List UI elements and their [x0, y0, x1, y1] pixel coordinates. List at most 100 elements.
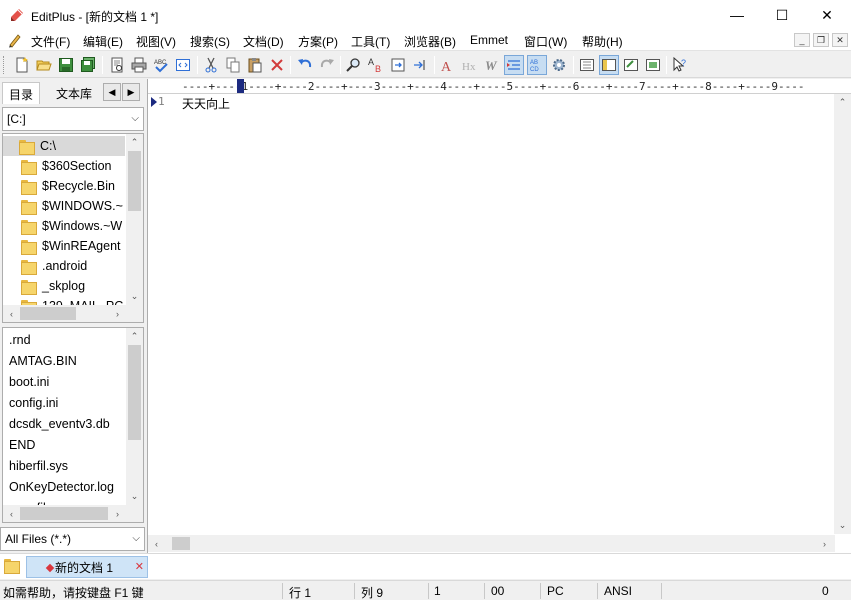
undo-icon[interactable] [295, 55, 315, 75]
close-button[interactable]: ✕ [804, 0, 850, 30]
folder-item-root[interactable]: C:\ [3, 136, 125, 156]
cut-icon[interactable] [201, 55, 221, 75]
folder-item[interactable]: $Windows.~W [3, 216, 122, 236]
split-window-icon[interactable] [621, 55, 641, 75]
menu-help[interactable]: 帮助(H) [582, 33, 623, 50]
scroll-left-icon[interactable]: ‹ [3, 305, 20, 322]
find-icon[interactable] [344, 55, 364, 75]
file-list-vscrollbar[interactable]: ⌃ ⌄ [126, 328, 143, 505]
save-icon[interactable] [56, 55, 76, 75]
folder-item[interactable]: $WINDOWS.~ [3, 196, 123, 216]
goto-line-icon[interactable] [410, 55, 430, 75]
menu-edit[interactable]: 编辑(E) [83, 33, 123, 50]
print-icon[interactable] [129, 55, 149, 75]
file-filter-select[interactable]: All Files (*.*) ⌵ [0, 527, 145, 551]
folder-item[interactable]: $360Section [3, 156, 112, 176]
folder-item[interactable]: $WinREAgent [3, 236, 121, 256]
settings-gear-icon[interactable] [549, 55, 569, 75]
folder-tree-vscrollbar[interactable]: ⌃ ⌄ [126, 134, 143, 305]
new-file-icon[interactable] [12, 55, 32, 75]
tab-cliptext[interactable]: 文本库 [50, 82, 98, 104]
paste-icon[interactable] [245, 55, 265, 75]
scroll-thumb[interactable] [128, 151, 141, 211]
scroll-left-icon[interactable]: ‹ [148, 535, 165, 552]
menu-emmet[interactable]: Emmet [470, 33, 508, 47]
folder-item[interactable]: $Recycle.Bin [3, 176, 115, 196]
scroll-up-icon[interactable]: ⌃ [126, 134, 143, 151]
scroll-right-icon[interactable]: › [109, 505, 126, 522]
delete-icon[interactable] [267, 55, 287, 75]
editor-vscrollbar[interactable]: ⌃ ⌄ [834, 94, 851, 534]
context-help-icon[interactable]: ? [670, 55, 690, 75]
toolbar-grip[interactable] [3, 56, 6, 74]
goto-icon[interactable] [388, 55, 408, 75]
file-item[interactable]: dcsdk_eventv3.db [3, 414, 110, 434]
scroll-up-icon[interactable]: ⌃ [834, 94, 851, 111]
tab-scroll-left-button[interactable]: ◀ [103, 83, 121, 101]
svg-text:B: B [375, 64, 381, 73]
editor-text-line[interactable]: 天天向上 [182, 95, 230, 112]
fullscreen-icon[interactable] [643, 55, 663, 75]
indent-icon[interactable] [504, 55, 524, 75]
redo-icon[interactable] [317, 55, 337, 75]
scroll-down-icon[interactable]: ⌄ [834, 517, 851, 534]
scroll-right-icon[interactable]: › [109, 305, 126, 322]
view-list-icon[interactable] [577, 55, 597, 75]
maximize-button[interactable]: ☐ [759, 0, 805, 30]
scroll-right-icon[interactable]: › [816, 535, 833, 552]
file-item[interactable]: AMTAG.BIN [3, 351, 77, 371]
word-wrap-icon[interactable]: W [482, 55, 502, 75]
editor-pane[interactable]: ----+----1----+----2----+----3----+----4… [147, 79, 851, 553]
folder-tree-hscrollbar[interactable]: ‹ › [3, 305, 143, 322]
scroll-down-icon[interactable]: ⌄ [126, 488, 143, 505]
mdi-minimize-button[interactable]: _ [794, 33, 810, 47]
scroll-down-icon[interactable]: ⌄ [126, 288, 143, 305]
print-preview-icon[interactable] [107, 55, 127, 75]
scroll-left-icon[interactable]: ‹ [3, 505, 20, 522]
menu-document[interactable]: 文档(D) [243, 33, 284, 50]
replace-icon[interactable]: AB [366, 55, 386, 75]
save-all-icon[interactable] [78, 55, 98, 75]
scroll-thumb[interactable] [172, 537, 190, 550]
scroll-thumb[interactable] [128, 345, 141, 440]
drive-select[interactable]: [C:] ⌵ [2, 107, 144, 131]
file-item[interactable]: .rnd [3, 330, 31, 350]
editor-hscrollbar[interactable]: ‹ › [148, 535, 835, 552]
menu-file[interactable]: 文件(F) [31, 33, 70, 50]
copy-icon[interactable] [223, 55, 243, 75]
mdi-close-button[interactable]: ✕ [832, 33, 848, 47]
open-folder-icon[interactable] [34, 55, 54, 75]
column-select-icon[interactable]: AB CD [527, 55, 547, 75]
menu-window[interactable]: 窗口(W) [524, 33, 567, 50]
browser-preview-icon[interactable] [173, 55, 193, 75]
file-list-hscrollbar[interactable]: ‹ › [3, 505, 143, 522]
spell-check-icon[interactable]: ABC [151, 55, 171, 75]
status-encoding: ANSI [604, 584, 633, 598]
scroll-up-icon[interactable]: ⌃ [126, 328, 143, 345]
menu-view[interactable]: 视图(V) [136, 33, 176, 50]
file-item[interactable]: OnKeyDetector.log [3, 477, 114, 497]
minimize-button[interactable]: — [714, 0, 760, 30]
scroll-thumb[interactable] [20, 507, 108, 520]
directory-toggle-icon[interactable] [599, 55, 619, 75]
mdi-restore-button[interactable]: ❐ [813, 33, 829, 47]
folder-item[interactable]: _skplog [3, 276, 85, 296]
menu-browser[interactable]: 浏览器(B) [404, 33, 456, 50]
file-item[interactable]: END [3, 435, 35, 455]
menu-search[interactable]: 搜索(S) [190, 33, 230, 50]
scroll-thumb[interactable] [20, 307, 76, 320]
file-item[interactable]: config.ini [3, 393, 58, 413]
tab-scroll-right-button[interactable]: ▶ [122, 83, 140, 101]
font-icon[interactable]: A [438, 55, 458, 75]
menu-tools[interactable]: 工具(T) [351, 33, 390, 50]
menu-project[interactable]: 方案(P) [298, 33, 338, 50]
tab-close-icon[interactable]: ✕ [135, 560, 144, 573]
tab-directory[interactable]: 目录 [2, 82, 41, 104]
svg-text:A: A [441, 60, 452, 73]
document-tab[interactable]: 新的文档 1 ✕ [26, 556, 148, 578]
folder-icon[interactable] [4, 559, 20, 574]
folder-item[interactable]: .android [3, 256, 87, 276]
file-item[interactable]: hiberfil.sys [3, 456, 68, 476]
file-item[interactable]: boot.ini [3, 372, 49, 392]
html-tag-icon[interactable]: Hx [460, 55, 480, 75]
